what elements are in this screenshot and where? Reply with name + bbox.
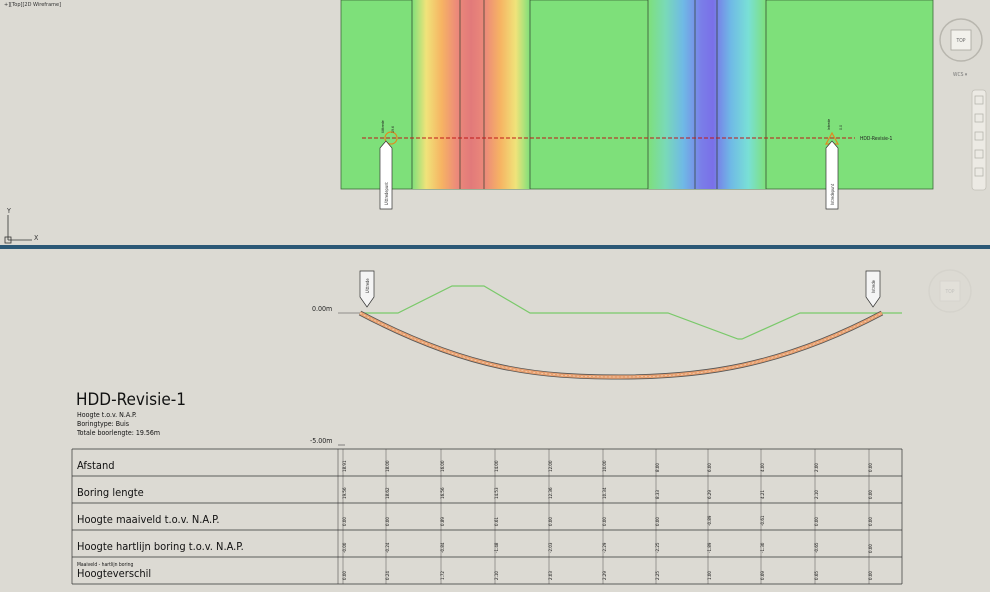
table-cell-value: 10.34 [602, 487, 608, 499]
ucs-icon [4, 215, 32, 244]
table-cell-value: 0.24 [385, 571, 391, 580]
exit-callout-text: Intredepunt [830, 183, 835, 205]
table-cell-value: 2.00 [814, 463, 820, 472]
top-viewport[interactable]: +][Top][2D Wireframe] HDD-Revisie-1 Uitt… [0, 0, 990, 246]
table-cell-value: -1.30 [760, 542, 766, 553]
table-cell-value: -0.84 [440, 542, 446, 553]
table-cell-value: 0.00 [602, 517, 608, 526]
table-cell-value: 14.53 [494, 487, 500, 499]
bore-profile[interactable] [358, 310, 884, 380]
viewcube-faded-label[interactable]: TOP [945, 289, 955, 295]
profile-title: HDD-Revisie-1 [76, 390, 186, 410]
table-cell-value: 0.00 [814, 517, 820, 526]
wcs-menu[interactable]: WCS ▾ [953, 72, 968, 78]
table-cell-value: 18.00 [385, 460, 391, 472]
exit-small-label: Intrede [827, 119, 831, 130]
table-cell-value: 0.69 [760, 571, 766, 580]
table-cell-value: -0.00 [342, 542, 348, 553]
table-cell-value: 2.10 [814, 490, 820, 499]
info-line-2: Boringtype: Buis [77, 420, 129, 428]
viewcube-faded[interactable]: TOP [928, 269, 972, 313]
exit-small-value: 0.0 [839, 125, 843, 130]
table-cell-value: 10.00 [602, 460, 608, 472]
table-cell-value: 0.00 [385, 517, 391, 526]
table-cell-value: 6.00 [707, 463, 713, 472]
table-cell-value: 2.10 [494, 571, 500, 580]
table-cell-value: 19.56 [342, 487, 348, 499]
table-cell-value: 16.00 [440, 460, 446, 472]
bore-profile-centerline [359, 312, 883, 378]
entry-callout-text: Uittredepunt [384, 182, 389, 205]
table-row-label: Hoogte maaiveld t.o.v. N.A.P. [77, 513, 220, 526]
table-cell-value: 18.91 [342, 460, 348, 472]
minus-level-label: -5.00m [310, 437, 332, 445]
table-cell-value: 14.00 [494, 460, 500, 472]
table-cell-value: 0.00 [868, 517, 874, 526]
table-cell-value: 0.00 [342, 571, 348, 580]
entry-small-label: Uittrede [381, 120, 385, 133]
plan-bore-label: HDD-Revisie-1 [860, 136, 893, 142]
profile-table: Afstand 18.91 18.00 16.00 14.00 12.00 10.00 8.0… [71, 448, 903, 585]
table-cell-value: -2.29 [602, 542, 608, 553]
table-cell-value: 12.36 [548, 487, 554, 499]
zero-level-label: 0.00m [312, 305, 332, 313]
ground-level-profile [362, 285, 902, 340]
table-cell-value: 0.00 [868, 571, 874, 580]
table-cell-value: -2.03 [548, 542, 554, 553]
bottom-viewport[interactable]: TOP Uittrede Intrede 0.00m HDD-Revisie-1… [0, 249, 990, 592]
table-cell-value: 0.00 [868, 490, 874, 499]
table-cell-value: -2.25 [655, 542, 661, 553]
table-row-label: Afstand [77, 459, 115, 472]
entry-marker-label: Uittrede [365, 278, 370, 293]
table-cell-value: 12.00 [548, 460, 554, 472]
table-cell-value: 0.00 [868, 544, 874, 553]
elevation-low-band [648, 0, 766, 189]
table-cell-value: 18.62 [385, 487, 391, 499]
table-cell-value: 2.29 [602, 571, 608, 580]
table-cell-value: 8.00 [655, 463, 661, 472]
table-cell-value: -0.61 [760, 515, 766, 526]
table-cell-value: 4.21 [760, 490, 766, 499]
viewcube[interactable]: TOP [939, 18, 983, 62]
info-line-3: Totale boorlengte: 19.56m [76, 429, 160, 437]
table-row-label: Hoogteverschil [77, 567, 151, 580]
table-cell-value: 1.72 [440, 571, 446, 580]
table-cell-value: 8.33 [655, 490, 661, 499]
table-cell-value: 0.61 [494, 517, 500, 526]
table-cell-value: 0.00 [655, 517, 661, 526]
table-row-label: Boring lengte [77, 486, 144, 499]
ucs-x-label: X [34, 234, 39, 242]
table-cell-value: -1.89 [707, 542, 713, 553]
table-cell-value: -0.65 [814, 542, 820, 553]
ucs-y-label: Y [6, 207, 11, 215]
table-row-label: Hoogte hartlijn boring t.o.v. N.A.P. [77, 540, 244, 553]
viewcube-face-label[interactable]: TOP [956, 38, 966, 44]
table-cell-value: 0.00 [548, 517, 554, 526]
table-cell-value: -1.48 [494, 542, 500, 553]
table-cell-value: 2.25 [655, 571, 661, 580]
table-cell-value: 6.29 [707, 490, 713, 499]
table-cell-value: 0.00 [342, 517, 348, 526]
bore-profile-fill [359, 311, 883, 379]
table-cell-value: -0.24 [385, 542, 391, 553]
table-cell-value: 0.00 [868, 463, 874, 472]
table-cell-value: -0.89 [707, 515, 713, 526]
elevation-high-band [412, 0, 530, 189]
navigation-bar[interactable] [971, 89, 987, 191]
table-cell-value: 16.56 [440, 487, 446, 499]
info-line-1: Hoogte t.o.v. N.A.P. [77, 411, 137, 419]
table-cell-value: 0.65 [814, 571, 820, 580]
table-row-sublabel: Maaiveld - hartlijn boring [77, 562, 133, 568]
entry-small-value: 19.6 [391, 126, 395, 133]
table-cell-value: 2.03 [548, 571, 554, 580]
table-cell-value: 0.89 [440, 517, 446, 526]
exit-marker-label: Intrede [871, 279, 876, 293]
table-cell-value: 1.00 [707, 571, 713, 580]
table-cell-value: 4.00 [760, 463, 766, 472]
